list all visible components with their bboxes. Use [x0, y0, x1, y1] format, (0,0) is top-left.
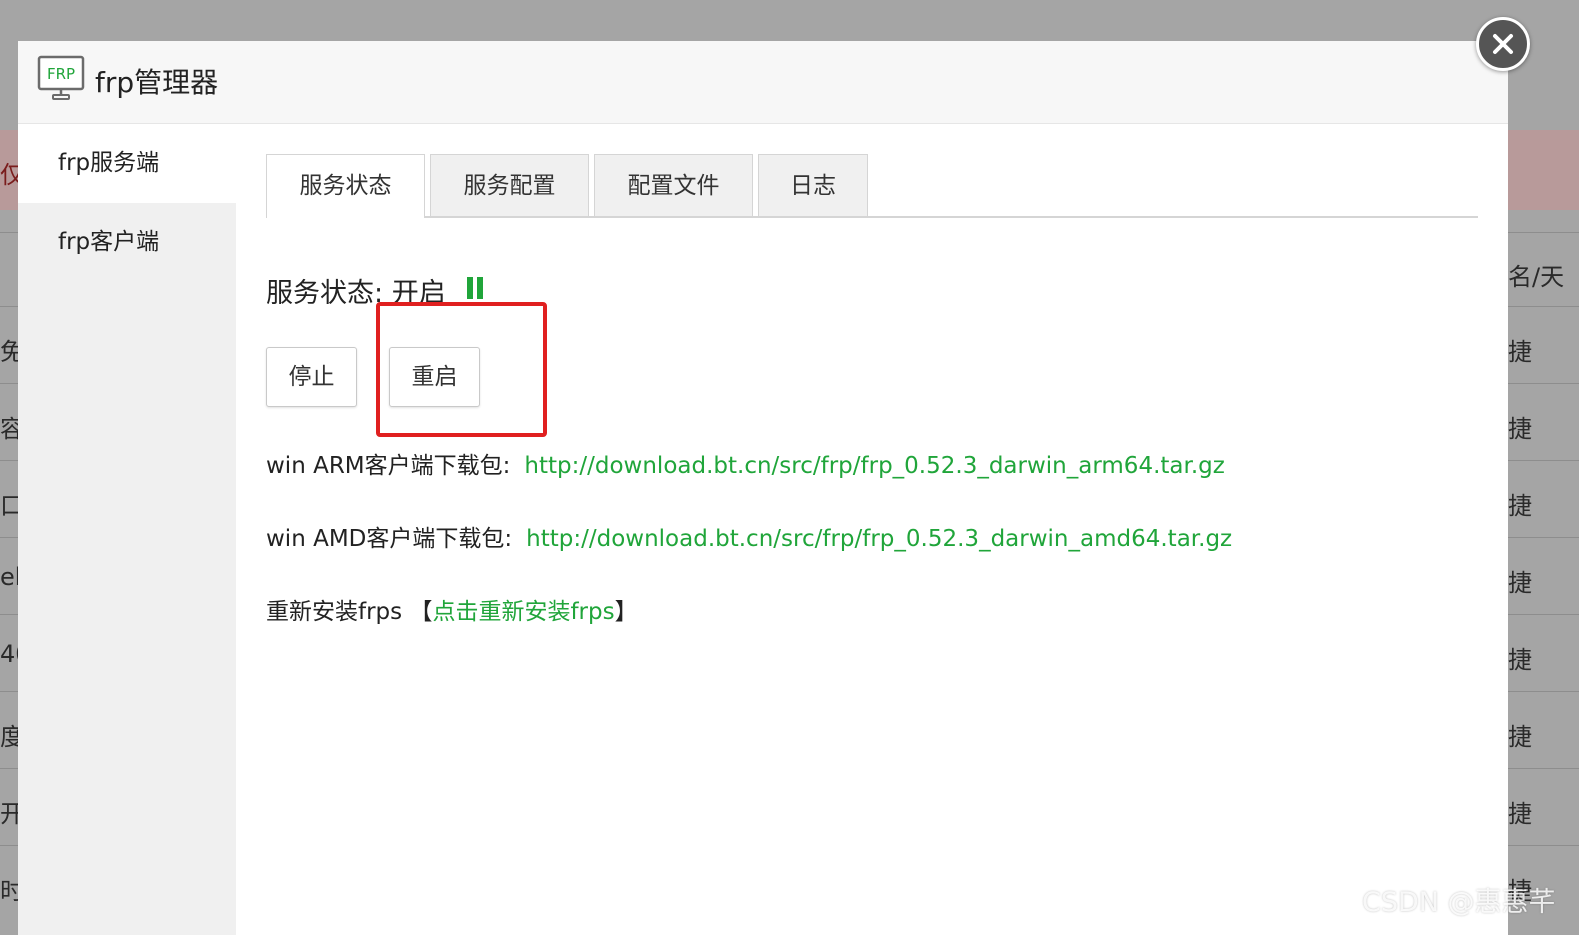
frp-icon-label: FRP	[47, 65, 75, 83]
background-text-fragment: 捷	[1508, 338, 1532, 366]
reinstall-link[interactable]: 点击重新安装frps	[432, 599, 614, 625]
background-text-fragment: 捷	[1508, 569, 1532, 597]
reinstall-label: 重新安装frps	[266, 599, 403, 625]
background-text-fragment: 仅	[0, 161, 18, 189]
close-button[interactable]	[1476, 17, 1530, 71]
background-column-header: 名/天	[1508, 263, 1565, 291]
download-row-arm: win ARM客户端下载包: http://download.bt.cn/src/…	[266, 446, 1225, 480]
download-row-amd: win AMD客户端下载包: http://download.bt.cn/src/…	[266, 519, 1232, 553]
pause-icon	[467, 277, 485, 299]
tab-service-status[interactable]: 服务状态	[266, 154, 425, 218]
tab-log[interactable]: 日志	[758, 154, 868, 216]
background-text-fragment: 口	[0, 492, 18, 520]
background-text-fragment: 捷	[1508, 415, 1532, 443]
download-label-arm: win ARM客户端下载包:	[266, 453, 511, 479]
highlight-annotation-box	[376, 302, 547, 437]
background-text-fragment: 开	[0, 800, 18, 828]
close-icon	[1493, 34, 1513, 54]
reinstall-bracket-open: 【	[409, 599, 433, 625]
background-text-fragment: 免	[0, 338, 18, 366]
sidebar: frp服务端 frp客户端	[18, 124, 236, 935]
service-status-label: 服务状态:	[266, 278, 384, 309]
background-text-fragment: 容	[0, 415, 18, 443]
background-text-fragment: 捷	[1508, 492, 1532, 520]
download-link-amd[interactable]: http://download.bt.cn/src/frp/frp_0.52.3…	[526, 526, 1232, 552]
tab-service-config[interactable]: 服务配置	[430, 154, 589, 216]
watermark: CSDN @惠惠芊	[1362, 887, 1556, 918]
background-text-fragment: 捷	[1508, 646, 1532, 674]
background-text-fragment: 度	[0, 723, 18, 751]
download-label-amd: win AMD客户端下载包:	[266, 526, 513, 552]
tab-bar: 服务状态 服务配置 配置文件 日志	[266, 154, 1478, 218]
dialog-title: frp管理器	[95, 66, 219, 99]
stop-button[interactable]: 停止	[266, 347, 357, 407]
frp-monitor-icon: FRP	[37, 55, 85, 103]
background-text-fragment: 40	[0, 640, 18, 668]
tab-config-file[interactable]: 配置文件	[594, 154, 753, 216]
background-text-fragment: 捷	[1508, 800, 1532, 828]
background-text-fragment: 捷	[1508, 723, 1532, 751]
frp-manager-dialog: FRP frp管理器 frp服务端 frp客户端 服务状态 服务配置 配置文件 …	[18, 41, 1508, 935]
reinstall-row: 重新安装frps 【点击重新安装frps】	[266, 592, 638, 626]
sidebar-item-frp-client[interactable]: frp客户端	[18, 203, 236, 282]
background-text-fragment: 时	[0, 877, 18, 905]
dialog-header: FRP frp管理器	[18, 41, 1508, 124]
reinstall-bracket-close: 】	[614, 599, 638, 625]
sidebar-item-frp-server[interactable]: frp服务端	[18, 124, 236, 203]
download-link-arm[interactable]: http://download.bt.cn/src/frp/frp_0.52.3…	[524, 453, 1224, 479]
background-text-fragment: eb	[0, 563, 18, 591]
